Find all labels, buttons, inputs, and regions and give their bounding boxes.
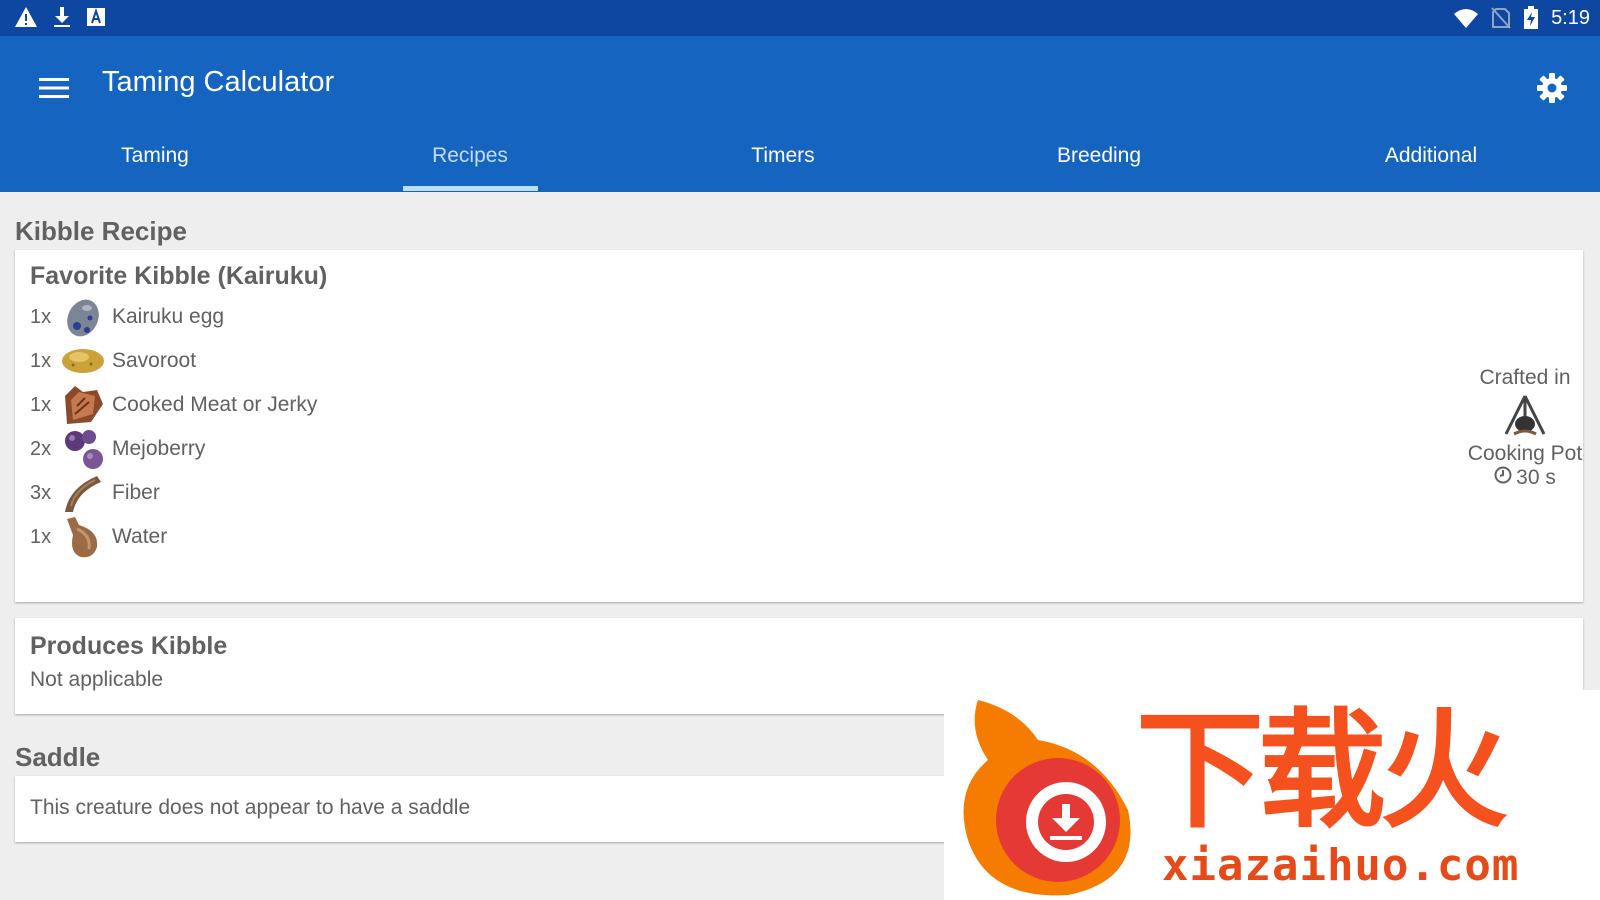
gear-icon[interactable] [1528,64,1576,112]
ingredient-row: 1x Water [30,515,167,559]
ingredient-name: Fiber [112,481,160,504]
active-tab-indicator [403,186,538,191]
ingredient-qty: 1x [30,349,52,372]
ingredient-qty: 1x [30,305,52,328]
ingredient-name: Cooked Meat or Jerky [112,393,318,416]
watermark-logo: 下载火 xiazaihuo.com [944,690,1600,900]
tab-breeding[interactable]: Breeding [964,136,1234,192]
tab-bar: Taming Recipes Timers Breeding Additiona… [0,136,1600,192]
download-icon [52,6,72,28]
ingredient-name: Kairuku egg [112,305,225,328]
crafted-in-label: Crafted in [1479,366,1571,389]
crafted-in-block: Crafted in Cooking Pot 30 s [1455,366,1595,490]
ingredient-qty: 1x [30,525,52,548]
watermark-url: xiazaihuo.com [1162,840,1520,891]
crafting-station-name: Cooking Pot [1467,442,1583,465]
ingredient-row: 3x Fiber [30,471,160,515]
egg-icon [60,295,106,339]
clock-icon [1494,466,1512,490]
ingredient-qty: 1x [30,393,52,416]
ingredient-name: Savoroot [112,349,197,372]
ingredient-row: 2x Mejoberry [30,427,205,471]
font-icon [86,6,106,28]
wifi-icon [1453,7,1479,29]
status-time: 5:19 [1551,7,1590,29]
savoroot-icon [60,339,106,383]
warning-icon [14,6,38,28]
watermark-chinese-text: 下载火 [1136,697,1508,846]
ingredient-name: Mejoberry [112,437,206,460]
kibble-name: Favorite Kibble (Kairuku) [30,262,328,290]
ingredient-name: Water [112,525,168,548]
tab-timers[interactable]: Timers [648,136,918,192]
ingredient-row: 1x Kairuku egg [30,295,224,339]
battery-charging-icon [1523,6,1539,30]
saddle-text: This creature does not appear to have a … [30,796,471,819]
crafting-time-value: 30 s [1516,466,1556,489]
hamburger-menu-icon[interactable] [30,64,78,112]
tab-taming[interactable]: Taming [20,136,290,192]
produces-kibble-value: Not applicable [30,668,164,691]
kibble-recipe-title: Kibble Recipe [15,216,187,246]
ingredient-qty: 3x [30,481,52,504]
app-bar: Taming Calculator Taming Recipes Timers … [0,36,1600,192]
status-bar: 5:19 [0,0,1600,36]
no-sim-icon [1491,7,1511,29]
tab-recipes[interactable]: Recipes [335,136,605,192]
berry-icon [60,427,106,471]
waterskin-icon [60,515,106,559]
produces-kibble-title: Produces Kibble [30,632,228,660]
kibble-recipe-card: Favorite Kibble (Kairuku) 1x Kairuku egg… [15,250,1583,602]
saddle-title: Saddle [15,742,101,772]
app-title: Taming Calculator [102,66,335,98]
ingredient-row: 1x Cooked Meat or Jerky [30,383,317,427]
cooking-pot-icon [1500,394,1550,438]
fiber-icon [60,471,106,515]
crafting-time: 30 s [1455,466,1595,490]
tab-additional[interactable]: Additional [1296,136,1566,192]
ingredient-qty: 2x [30,437,52,460]
ingredient-row: 1x Savoroot [30,339,196,383]
meat-icon [60,383,106,427]
